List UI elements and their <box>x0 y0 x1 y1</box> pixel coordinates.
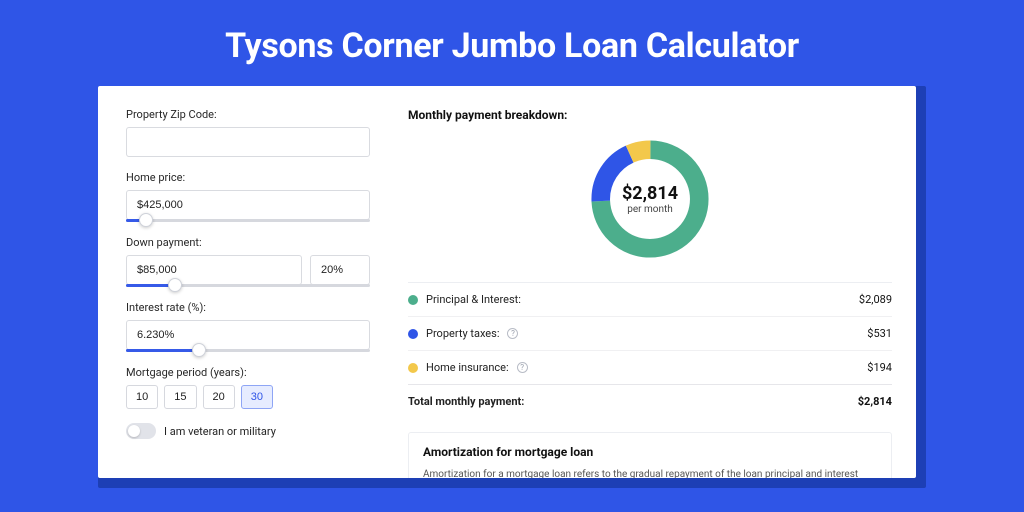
form-panel: Property Zip Code: Home price: Down paym… <box>98 86 388 478</box>
veteran-row: I am veteran or military <box>126 423 370 439</box>
breakdown-value: $2,089 <box>859 293 892 306</box>
down-payment-percent-input[interactable] <box>310 255 370 285</box>
breakdown-value: $194 <box>867 361 892 374</box>
down-payment-amount-input[interactable] <box>126 255 302 285</box>
page-title: Tysons Corner Jumbo Loan Calculator <box>0 0 1024 86</box>
donut-chart: $2,814 per month <box>585 134 715 264</box>
zip-input[interactable] <box>126 127 370 157</box>
down-payment-field: Down payment: <box>126 236 370 287</box>
zip-label: Property Zip Code: <box>126 108 370 121</box>
breakdown-row: Principal & Interest: $2,089 <box>408 282 892 316</box>
home-price-field: Home price: <box>126 171 370 222</box>
zip-field: Property Zip Code: <box>126 108 370 157</box>
home-price-input[interactable] <box>126 190 370 220</box>
slider-thumb[interactable] <box>168 278 182 292</box>
breakdown-label: Home insurance:? <box>408 361 528 374</box>
legend-dot-icon <box>408 363 418 373</box>
interest-slider[interactable] <box>126 349 370 352</box>
home-price-label: Home price: <box>126 171 370 184</box>
breakdown-heading: Monthly payment breakdown: <box>408 108 892 122</box>
down-payment-label: Down payment: <box>126 236 370 249</box>
period-label: Mortgage period (years): <box>126 366 370 379</box>
breakdown-label: Principal & Interest: <box>408 293 521 306</box>
donut-center: $2,814 per month <box>585 134 715 264</box>
slider-thumb[interactable] <box>192 343 206 357</box>
slider-thumb[interactable] <box>139 213 153 227</box>
period-option-20[interactable]: 20 <box>203 385 235 409</box>
veteran-toggle[interactable] <box>126 423 156 439</box>
period-option-15[interactable]: 15 <box>164 385 196 409</box>
legend-dot-icon <box>408 295 418 305</box>
home-price-slider[interactable] <box>126 219 370 222</box>
total-row: Total monthly payment: $2,814 <box>408 384 892 418</box>
veteran-label: I am veteran or military <box>164 425 276 438</box>
interest-label: Interest rate (%): <box>126 301 370 314</box>
interest-field: Interest rate (%): <box>126 301 370 352</box>
total-label: Total monthly payment: <box>408 395 524 408</box>
breakdown-label-text: Principal & Interest: <box>426 293 521 306</box>
period-option-30[interactable]: 30 <box>241 385 273 409</box>
amortization-heading: Amortization for mortgage loan <box>423 445 877 459</box>
period-option-10[interactable]: 10 <box>126 385 158 409</box>
interest-input[interactable] <box>126 320 370 350</box>
breakdown-label-text: Property taxes: <box>426 327 499 340</box>
breakdown-label-text: Home insurance: <box>426 361 509 374</box>
donut-subtext: per month <box>627 204 673 215</box>
breakdown-row: Property taxes:? $531 <box>408 316 892 350</box>
donut-amount: $2,814 <box>622 183 678 204</box>
info-icon[interactable]: ? <box>507 328 518 339</box>
down-payment-slider[interactable] <box>126 284 370 287</box>
donut-wrap: $2,814 per month <box>408 126 892 276</box>
breakdown-panel: Monthly payment breakdown: $2,814 per mo… <box>388 86 916 478</box>
amortization-section: Amortization for mortgage loan Amortizat… <box>408 432 892 478</box>
info-icon[interactable]: ? <box>517 362 528 373</box>
breakdown-value: $531 <box>867 327 892 340</box>
calculator-card: Property Zip Code: Home price: Down paym… <box>98 86 916 478</box>
period-field: Mortgage period (years): 1015 2030 <box>126 366 370 409</box>
total-value: $2,814 <box>858 395 892 408</box>
breakdown-label: Property taxes:? <box>408 327 518 340</box>
amortization-text: Amortization for a mortgage loan refers … <box>423 467 877 478</box>
card-shadow: Property Zip Code: Home price: Down paym… <box>98 86 926 488</box>
legend-dot-icon <box>408 329 418 339</box>
breakdown-row: Home insurance:? $194 <box>408 350 892 384</box>
